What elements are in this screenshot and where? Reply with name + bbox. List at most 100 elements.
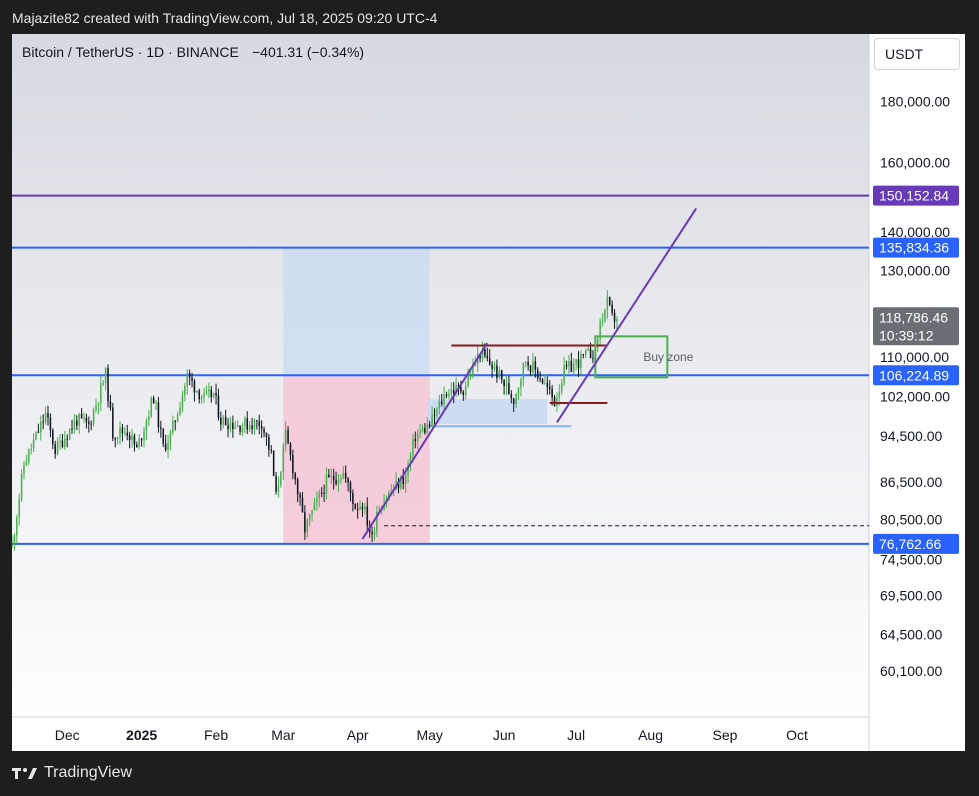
- candle-body: [575, 359, 577, 364]
- candle-body: [592, 358, 594, 360]
- candle-body: [78, 413, 80, 426]
- candle-body: [73, 420, 76, 430]
- tradingview-logo-icon: [12, 765, 38, 781]
- candle-body: [66, 438, 68, 440]
- candle-body: [13, 535, 16, 544]
- currency-button[interactable]: USDT: [874, 38, 960, 70]
- candle-body: [52, 430, 54, 445]
- candle-body: [258, 421, 261, 427]
- y-tick-label: 64,500.00: [880, 626, 942, 642]
- candle-body: [200, 397, 203, 400]
- candle-body: [424, 428, 426, 433]
- candle-body: [232, 422, 234, 429]
- candle-body: [100, 383, 102, 404]
- candle-body: [320, 492, 323, 494]
- candle-body: [589, 348, 592, 359]
- candle-body: [236, 425, 239, 428]
- candle-body: [40, 421, 42, 433]
- candle-body: [572, 363, 575, 372]
- y-tick-label: 86,500.00: [880, 474, 942, 490]
- candle-body: [11, 543, 13, 546]
- candle-body: [128, 435, 131, 441]
- candle-body: [260, 426, 263, 430]
- candle-body: [308, 513, 311, 520]
- candle-body: [227, 425, 229, 430]
- candle-body: [498, 370, 501, 378]
- candle-body: [275, 475, 277, 492]
- price-chart[interactable]: Buy zone 180,000.00160,000.00140,000.001…: [11, 34, 965, 751]
- candle-body: [20, 473, 23, 500]
- candle-body: [553, 397, 556, 407]
- candle-body: [421, 428, 424, 432]
- candle-body: [121, 427, 124, 433]
- y-tick-label: 140,000.00: [880, 224, 950, 240]
- candle-body: [198, 390, 201, 400]
- candle-body: [131, 435, 133, 441]
- candle-body: [136, 444, 138, 448]
- candle-body: [467, 376, 469, 386]
- candle-body: [208, 389, 210, 392]
- candle-body: [445, 394, 448, 397]
- candle-body: [570, 361, 573, 372]
- candle-body: [186, 373, 189, 386]
- candle-body: [270, 449, 273, 451]
- candle-body: [608, 297, 611, 305]
- footer-brand-label: TradingView: [44, 764, 133, 781]
- candle-body: [503, 379, 505, 386]
- candle-body: [508, 383, 510, 395]
- candle-body: [340, 478, 342, 481]
- candle-body: [299, 494, 301, 498]
- candle-body: [464, 385, 467, 396]
- candle-body: [332, 475, 335, 481]
- chart-title: Bitcoin / TetherUS · 1D · BINANCE: [22, 44, 239, 60]
- candle-body: [116, 437, 119, 439]
- candle-body: [169, 432, 172, 444]
- candle-body: [59, 440, 61, 442]
- candle-body: [325, 474, 328, 494]
- candle-body: [126, 432, 129, 436]
- candle-body: [210, 389, 213, 398]
- candle-body: [616, 318, 618, 322]
- candle-body: [28, 449, 30, 463]
- candle-body: [450, 389, 453, 394]
- candle-body: [515, 393, 517, 405]
- candle-body: [433, 414, 436, 416]
- candle-body: [428, 424, 431, 427]
- candle-body: [565, 364, 568, 367]
- level-badge-label: 76,762.66: [879, 536, 941, 552]
- candle-body: [90, 423, 92, 425]
- chart-credit: Majazite82 created with TradingView.com,…: [12, 10, 438, 26]
- candle-body: [35, 431, 37, 440]
- candle-body: [313, 502, 316, 511]
- candle-body: [203, 393, 205, 398]
- candle-body: [16, 517, 18, 536]
- candle-body: [544, 383, 546, 385]
- candle-body: [306, 519, 309, 533]
- candle-body: [443, 394, 445, 404]
- candle-body: [311, 510, 313, 514]
- candle-body: [563, 364, 565, 384]
- candle-body: [174, 420, 177, 422]
- candle-body: [546, 383, 549, 388]
- candle-body: [172, 420, 174, 433]
- x-tick-label: Oct: [786, 727, 808, 743]
- level-badge-label: 135,834.36: [879, 240, 949, 256]
- candle-body: [162, 428, 165, 444]
- candle-body: [239, 425, 241, 432]
- candle-body: [323, 492, 325, 494]
- candle-body: [539, 378, 541, 380]
- candle-body: [462, 391, 465, 396]
- candle-body: [68, 428, 71, 440]
- candle-body: [359, 506, 361, 510]
- candle-body: [42, 421, 44, 423]
- candle-body: [596, 338, 599, 344]
- candle-body: [373, 531, 376, 535]
- candle-body: [532, 361, 534, 373]
- candle-body: [364, 506, 366, 510]
- candle-body: [277, 485, 280, 492]
- candle-body: [484, 348, 486, 356]
- candle-body: [104, 367, 107, 384]
- candle-body: [496, 365, 498, 378]
- y-tick-label: 110,000.00: [880, 349, 949, 365]
- candle-body: [431, 414, 433, 427]
